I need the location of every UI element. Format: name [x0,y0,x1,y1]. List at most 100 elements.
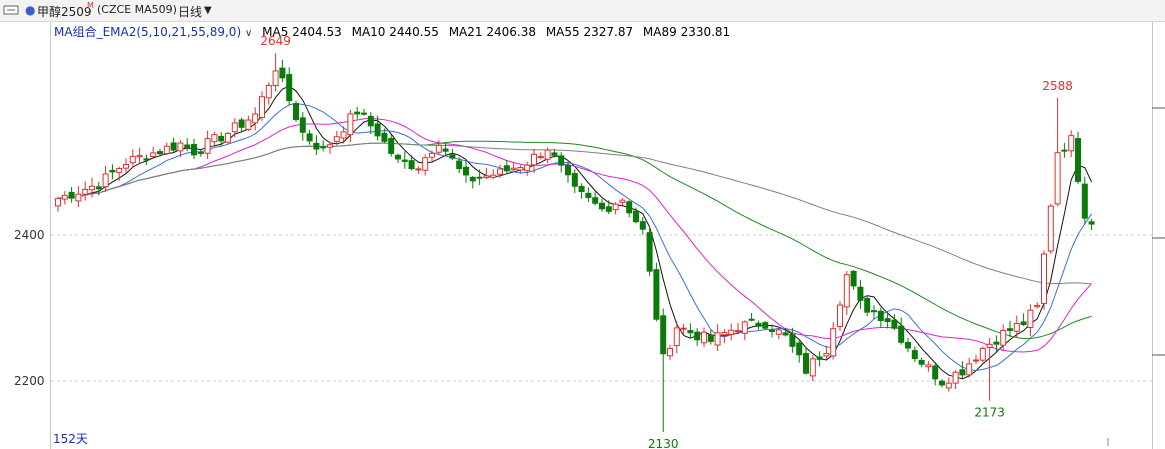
candle-up [945,382,952,389]
candle-up [123,164,129,169]
candle-up [619,199,626,203]
candle-up [429,152,435,158]
candle-down [905,342,911,349]
candle-down [633,210,639,223]
candle-down [660,315,667,355]
candle-down [1081,183,1088,219]
candle-up [415,168,422,171]
candle-up [82,188,89,195]
candle-up [265,84,272,99]
candle-up [231,122,238,133]
candle-up [327,144,333,148]
candle-down [449,154,456,159]
candle-up [225,132,231,143]
candle-down [1075,138,1081,182]
candle-up [1000,330,1007,346]
candle-down [755,322,762,327]
candle-down [993,341,1000,345]
candle-down [320,146,327,149]
candle-down [170,142,177,151]
candle-up [823,353,830,357]
candle-down [191,144,197,156]
candle-up [347,113,354,136]
candle-down [857,286,864,301]
candle-down [95,186,102,190]
candle-up [517,166,524,171]
candle-up [1027,309,1034,328]
ma-line-ma10 [57,102,1093,372]
candle-down [558,155,565,166]
candle-down [1088,221,1095,225]
candle-down [803,353,809,374]
extreme-price-label: 2588 [1042,79,1073,93]
candle-up [952,371,959,384]
candle-down [639,221,646,230]
candle-down [891,319,898,329]
candle-up [1047,205,1054,252]
candle-down [748,318,755,321]
candle-up [150,152,157,158]
candle-up [612,203,619,211]
candle-up [497,168,503,175]
candle-up [204,138,211,154]
candle-down [762,322,769,329]
candle-down [653,269,660,320]
candle-down [782,332,789,336]
candle-up [986,343,993,348]
candlestick-chart[interactable]: 2649 2130 2173 2588 [0,0,1165,449]
candle-down [68,191,75,199]
extreme-price-label: 2130 [648,437,679,449]
candle-down [157,151,163,155]
candle-up [524,164,531,172]
candle-down [884,318,891,323]
candle-up [340,131,347,139]
candle-down [218,135,225,142]
candle-up [1054,152,1061,205]
candle-down [599,202,605,210]
candle-up [721,332,728,336]
candle-up [89,185,95,191]
candle-down [816,356,823,360]
candle-up [741,321,748,334]
candle-up [422,157,429,171]
candle-up [1068,135,1075,152]
candle-up [531,153,537,166]
candle-down [184,144,191,149]
candle-down [939,380,945,386]
candle-down [476,176,483,179]
candle-up [966,363,973,376]
candle-down [367,115,374,127]
candle-down [911,350,918,360]
candle-up [979,347,986,361]
candle-up [510,167,517,170]
candle-down [293,103,299,120]
candle-up [102,173,109,188]
candle-down [354,111,361,115]
candle-down [286,74,293,102]
candle-down [306,133,313,142]
candle-up [1013,322,1020,332]
candle-down [959,369,966,376]
candle-up [728,329,735,335]
candle-up [837,304,843,328]
candle-up [252,113,259,124]
candle-down [932,365,939,380]
candle-up [75,193,82,202]
candle-up [129,155,136,164]
candle-down [871,310,877,313]
candle-up [1041,253,1047,304]
candle-down [850,270,857,287]
candle-down [456,160,463,169]
extreme-price-label: 2173 [974,406,1005,420]
candle-down [503,165,510,172]
candle-down [442,148,449,152]
candle-up [673,327,680,346]
candle-down [197,151,204,154]
candle-down [571,173,578,187]
candle-down [694,331,701,341]
candle-up [680,327,687,330]
candle-up [116,168,123,173]
candle-down [565,164,571,176]
extreme-price-label: 2649 [260,34,291,48]
candle-down [1007,328,1013,331]
